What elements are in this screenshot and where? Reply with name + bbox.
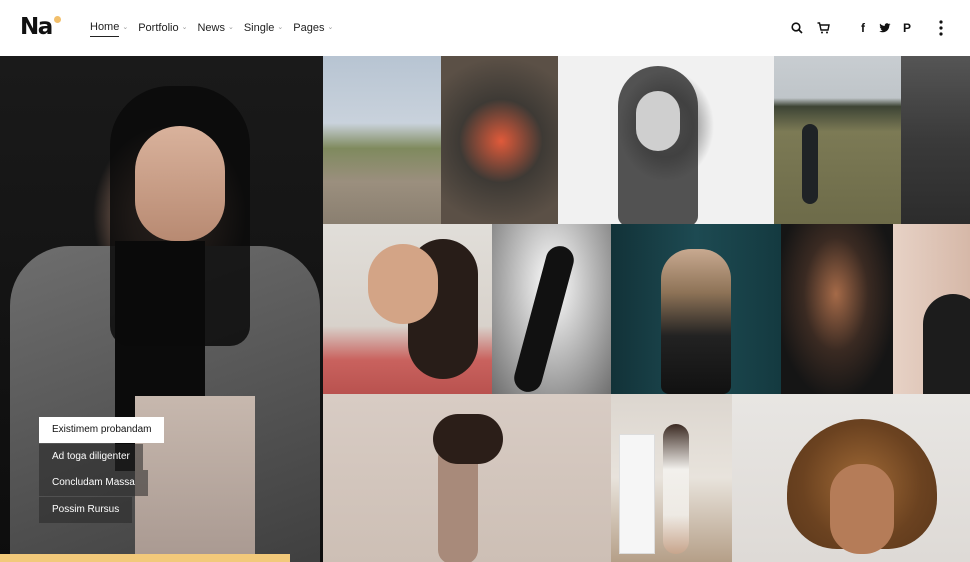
nav-label: Single: [243, 21, 275, 34]
photo-shape: [135, 126, 225, 241]
main-nav: Home ⌄ Portfolio ⌄ News ⌄ Single ⌄ Pages…: [90, 18, 333, 37]
gallery-photo[interactable]: [611, 394, 732, 562]
pinterest-icon[interactable]: P: [897, 18, 917, 38]
nav-label: News: [197, 21, 225, 34]
nav-item-news[interactable]: News ⌄: [197, 18, 233, 37]
photo-shape: [368, 244, 438, 324]
gallery-photo[interactable]: [901, 56, 970, 224]
chevron-down-icon: ⌄: [227, 23, 234, 31]
chevron-down-icon: ⌄: [122, 23, 129, 31]
gallery-photo[interactable]: [781, 224, 893, 394]
gallery-photo[interactable]: [441, 56, 558, 224]
photo-shape: [663, 424, 689, 554]
category-item[interactable]: Ad toga diligenter: [39, 443, 143, 470]
menu-dots-icon[interactable]: [931, 18, 951, 38]
category-filter-list: Existimem probandam Ad toga diligenter C…: [39, 417, 165, 523]
category-item[interactable]: Concludam Massa: [39, 470, 148, 496]
chevron-down-icon: ⌄: [327, 23, 334, 31]
nav-label: Portfolio: [138, 21, 179, 34]
gallery-photo[interactable]: [732, 394, 970, 562]
photo-shape: [636, 91, 680, 151]
nav-label: Home: [90, 18, 120, 37]
chevron-down-icon: ⌄: [181, 23, 188, 31]
photo-shape: [511, 242, 577, 394]
gallery-photo[interactable]: [492, 224, 611, 394]
category-item[interactable]: Existimem probandam: [39, 417, 165, 443]
gallery-photo[interactable]: [323, 394, 611, 562]
logo-accent-dot: [54, 16, 61, 23]
photo-shape: [433, 414, 503, 464]
gallery-photo[interactable]: [893, 224, 970, 394]
nav-item-portfolio[interactable]: Portfolio ⌄: [138, 18, 187, 37]
photo-shape: [802, 124, 818, 204]
site-logo[interactable]: Na: [20, 14, 64, 40]
photo-shape: [619, 434, 655, 554]
site-header: Na Home ⌄ Portfolio ⌄ News ⌄ Single ⌄ Pa…: [0, 0, 970, 56]
accent-bar: [0, 554, 290, 562]
gallery-photo[interactable]: [558, 56, 774, 224]
gallery-photo[interactable]: [323, 224, 492, 394]
gallery-photo[interactable]: [774, 56, 901, 224]
nav-item-pages[interactable]: Pages ⌄: [293, 18, 333, 37]
logo-text: Na: [20, 14, 53, 40]
cart-icon[interactable]: [813, 18, 833, 38]
category-item[interactable]: Possim Rursus: [39, 496, 133, 523]
gallery-photo[interactable]: [611, 224, 781, 394]
twitter-icon[interactable]: [875, 18, 895, 38]
facebook-icon[interactable]: f: [853, 18, 873, 38]
gallery-photo[interactable]: [323, 56, 441, 224]
nav-label: Pages: [293, 21, 325, 34]
search-icon[interactable]: [787, 18, 807, 38]
photo-shape: [661, 249, 731, 394]
photo-shape: [830, 464, 894, 554]
chevron-down-icon: ⌄: [277, 23, 284, 31]
nav-item-home[interactable]: Home ⌄: [90, 18, 128, 37]
nav-item-single[interactable]: Single ⌄: [244, 18, 283, 37]
photo-shape: [923, 294, 970, 394]
